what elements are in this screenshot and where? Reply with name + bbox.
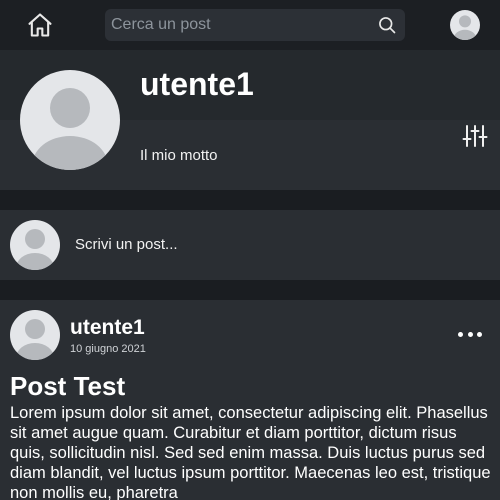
search-input[interactable] [105, 9, 365, 41]
new-post-composer[interactable]: Scrivi un post... [0, 210, 500, 280]
post-date: 10 giugno 2021 [70, 343, 146, 355]
post-body: Lorem ipsum dolor sit amet, consectetur … [10, 404, 491, 500]
post-author-avatar[interactable] [10, 310, 60, 360]
profile-header: utente1 Il mio motto [0, 50, 500, 190]
search-icon[interactable] [375, 13, 399, 37]
avatar [10, 220, 60, 270]
post-card: utente1 10 giugno 2021 Post Test Lorem i… [0, 300, 500, 500]
search-bar [105, 9, 405, 41]
post-title: Post Test [10, 371, 126, 401]
top-navbar [0, 0, 500, 50]
profile-username: utente1 [140, 66, 254, 102]
more-horizontal-icon[interactable] [456, 324, 484, 344]
profile-avatar [20, 70, 120, 170]
sliders-icon[interactable] [462, 124, 488, 148]
post-author-name[interactable]: utente1 [70, 316, 145, 340]
home-icon[interactable] [24, 9, 56, 41]
user-avatar-icon[interactable] [450, 10, 480, 40]
profile-motto: Il mio motto [140, 147, 218, 164]
new-post-prompt[interactable]: Scrivi un post... [75, 236, 178, 253]
